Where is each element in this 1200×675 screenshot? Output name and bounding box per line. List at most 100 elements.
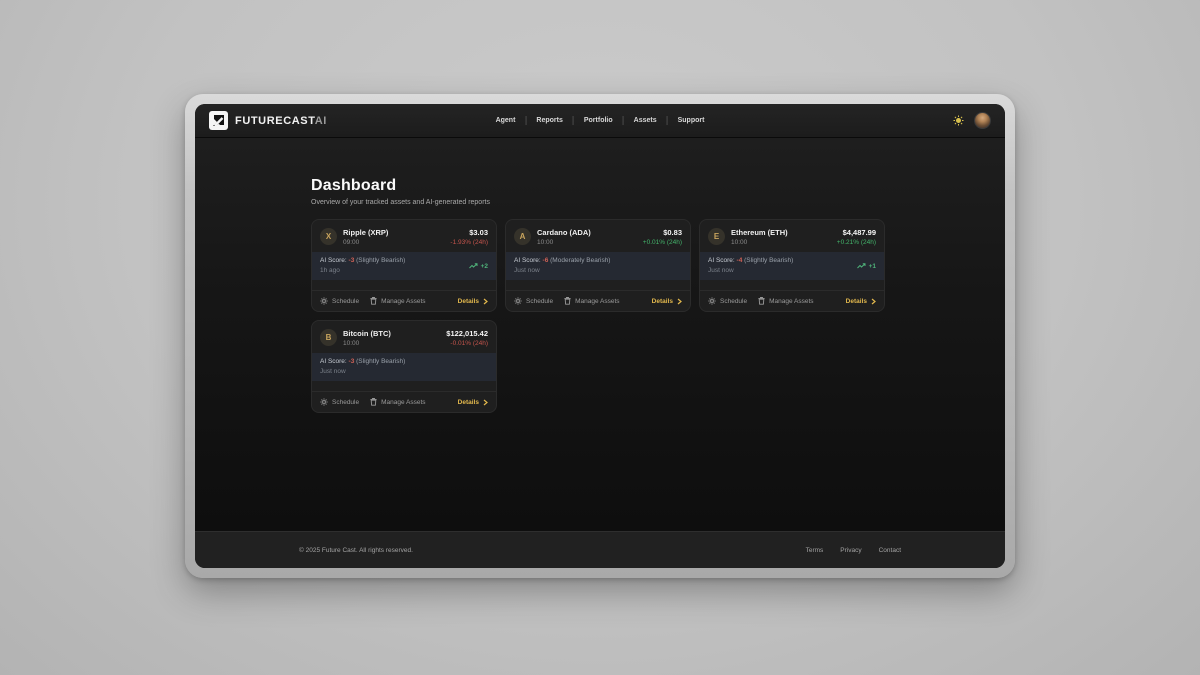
ai-score-label: AI Score: — [708, 257, 735, 264]
ai-score-label: AI Score: — [514, 257, 541, 264]
updated-time: Just now — [514, 266, 610, 276]
asset-time: 10:00 — [731, 239, 788, 246]
manage-assets-button[interactable]: Manage Assets — [564, 297, 619, 305]
brand-logo[interactable]: FUTURECASTAI — [209, 111, 327, 130]
ai-sentiment: (Slightly Bearish) — [744, 257, 793, 264]
trend-badge: +1 — [857, 263, 876, 270]
card-header: X Ripple (XRP) 09:00 $3.03 -1.93% (24h) — [312, 220, 496, 252]
ai-score-row: AI Score: -4 (Slightly Bearish) Just now… — [700, 252, 884, 280]
asset-change: +0.01% (24h) — [643, 239, 682, 246]
asset-card-cardano: A Cardano (ADA) 10:00 $0.83 +0.01% (24h)… — [505, 219, 691, 312]
trend-badge: +2 — [469, 263, 488, 270]
trash-icon — [758, 297, 765, 305]
details-button[interactable]: Details — [458, 399, 488, 406]
chevron-right-icon — [483, 399, 488, 406]
ai-sentiment: (Moderately Bearish) — [550, 257, 610, 264]
details-button[interactable]: Details — [846, 298, 876, 305]
gear-icon — [320, 398, 328, 406]
asset-change: -0.01% (24h) — [446, 340, 488, 347]
trash-icon — [370, 398, 377, 406]
updated-time: 1h ago — [320, 266, 405, 276]
manage-assets-button[interactable]: Manage Assets — [370, 398, 425, 406]
asset-price: $122,015.42 — [446, 329, 488, 338]
main-nav: Agent Reports Portfolio Assets Support — [486, 116, 715, 125]
app-window: FUTURECASTAI Agent Reports Portfolio Ass… — [185, 94, 1015, 578]
asset-card-ripple: X Ripple (XRP) 09:00 $3.03 -1.93% (24h) … — [311, 219, 497, 312]
user-avatar[interactable] — [974, 112, 991, 129]
ai-score-value: -6 — [543, 257, 549, 264]
schedule-button[interactable]: Schedule — [708, 297, 747, 305]
ai-sentiment: (Slightly Bearish) — [356, 257, 405, 264]
footer-link-contact[interactable]: Contact — [879, 547, 901, 554]
chevron-right-icon — [677, 298, 682, 305]
copyright-text: © 2025 Future Cast. All rights reserved. — [299, 547, 413, 554]
chevron-right-icon — [871, 298, 876, 305]
ai-score-row: AI Score: -3 (Slightly Bearish) Just now — [312, 353, 496, 381]
updated-time: Just now — [708, 266, 793, 276]
asset-card-bitcoin: B Bitcoin (BTC) 10:00 $122,015.42 -0.01%… — [311, 320, 497, 413]
asset-change: +0.21% (24h) — [837, 239, 876, 246]
card-actions: Schedule Manage Assets Details — [506, 290, 690, 311]
trash-icon — [564, 297, 571, 305]
chevron-right-icon — [483, 298, 488, 305]
ai-score-row: AI Score: -6 (Moderately Bearish) Just n… — [506, 252, 690, 280]
ai-score-value: -4 — [737, 257, 743, 264]
brand-name: FUTURECASTAI — [235, 115, 327, 127]
nav-item-reports[interactable]: Reports — [526, 117, 572, 124]
brand-suffix: AI — [315, 115, 327, 127]
manage-assets-button[interactable]: Manage Assets — [758, 297, 813, 305]
asset-name: Bitcoin (BTC) — [343, 329, 391, 338]
ai-score-label: AI Score: — [320, 358, 347, 365]
asset-letter-icon: A — [514, 228, 531, 245]
page-title: Dashboard — [311, 177, 1005, 195]
ai-sentiment: (Slightly Bearish) — [356, 358, 405, 365]
nav-item-agent[interactable]: Agent — [486, 117, 526, 124]
app-header: FUTURECASTAI Agent Reports Portfolio Ass… — [195, 104, 1005, 138]
schedule-button[interactable]: Schedule — [514, 297, 553, 305]
ai-score-row: AI Score: -3 (Slightly Bearish) 1h ago +… — [312, 252, 496, 280]
schedule-button[interactable]: Schedule — [320, 398, 359, 406]
updated-time: Just now — [320, 367, 405, 377]
gear-icon — [708, 297, 716, 305]
asset-time: 10:00 — [537, 239, 591, 246]
footer-link-privacy[interactable]: Privacy — [840, 547, 861, 554]
asset-cards-grid: X Ripple (XRP) 09:00 $3.03 -1.93% (24h) … — [311, 219, 885, 413]
nav-item-support[interactable]: Support — [668, 117, 715, 124]
ai-score-value: -3 — [349, 358, 355, 365]
sun-icon[interactable] — [953, 115, 964, 126]
footer-links: Terms Privacy Contact — [806, 547, 901, 554]
asset-price: $3.03 — [450, 228, 488, 237]
ai-score-value: -3 — [349, 257, 355, 264]
nav-item-assets[interactable]: Assets — [624, 117, 667, 124]
trash-icon — [370, 297, 377, 305]
asset-name: Ripple (XRP) — [343, 228, 388, 237]
footer-link-terms[interactable]: Terms — [806, 547, 824, 554]
asset-price: $4,487.99 — [837, 228, 876, 237]
asset-change: -1.93% (24h) — [450, 239, 488, 246]
schedule-button[interactable]: Schedule — [320, 297, 359, 305]
gear-icon — [514, 297, 522, 305]
asset-name: Cardano (ADA) — [537, 228, 591, 237]
card-header: B Bitcoin (BTC) 10:00 $122,015.42 -0.01%… — [312, 321, 496, 353]
asset-card-ethereum: E Ethereum (ETH) 10:00 $4,487.99 +0.21% … — [699, 219, 885, 312]
details-button[interactable]: Details — [652, 298, 682, 305]
trending-up-icon — [469, 263, 478, 269]
futurecast-mark-icon — [209, 111, 228, 130]
nav-item-portfolio[interactable]: Portfolio — [574, 117, 623, 124]
card-header: E Ethereum (ETH) 10:00 $4,487.99 +0.21% … — [700, 220, 884, 252]
asset-time: 10:00 — [343, 340, 391, 347]
asset-price: $0.83 — [643, 228, 682, 237]
card-actions: Schedule Manage Assets Details — [312, 391, 496, 412]
main-content: Dashboard Overview of your tracked asset… — [195, 138, 1005, 531]
card-actions: Schedule Manage Assets Details — [312, 290, 496, 311]
trending-up-icon — [857, 263, 866, 269]
header-actions — [953, 112, 991, 129]
asset-time: 09:00 — [343, 239, 388, 246]
manage-assets-button[interactable]: Manage Assets — [370, 297, 425, 305]
asset-name: Ethereum (ETH) — [731, 228, 788, 237]
app-footer: © 2025 Future Cast. All rights reserved.… — [195, 531, 1005, 568]
app-screen: FUTURECASTAI Agent Reports Portfolio Ass… — [195, 104, 1005, 568]
asset-letter-icon: X — [320, 228, 337, 245]
details-button[interactable]: Details — [458, 298, 488, 305]
gear-icon — [320, 297, 328, 305]
